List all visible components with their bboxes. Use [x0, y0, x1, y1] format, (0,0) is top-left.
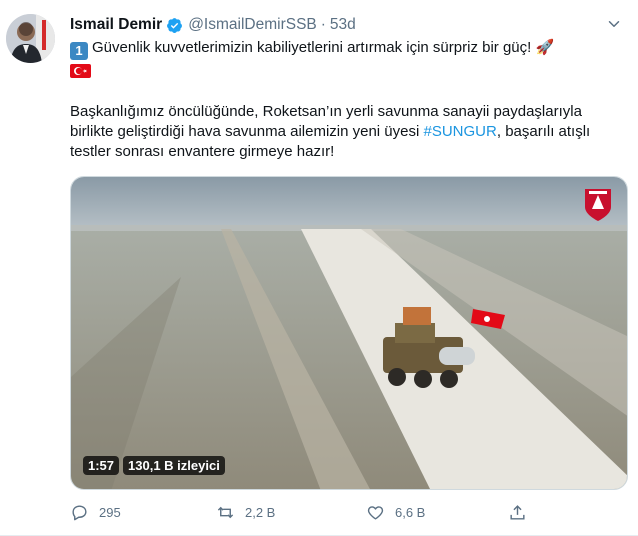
- reply-button[interactable]: 295: [70, 500, 121, 524]
- retweet-count: 2,2 B: [245, 504, 276, 520]
- chevron-down-icon: [608, 21, 620, 27]
- like-button[interactable]: 6,6 B: [366, 500, 425, 524]
- share-icon: [510, 504, 525, 520]
- tweet-line-2: Başkanlığımız öncülüğünde, Roketsan’ın y…: [70, 103, 582, 120]
- reply-count: 295: [99, 504, 121, 520]
- tweet-line-1-text: Güvenlik kuvvetlerimizin kabiliyetlerini…: [92, 39, 555, 56]
- tweet-text: 1 Güvenlik kuvvetlerimizin kabiliyetlerin…: [70, 38, 630, 162]
- video-duration: 1:57: [83, 456, 120, 475]
- video-thumbnail: [71, 177, 627, 489]
- tweet-line-flag: [70, 60, 630, 82]
- timestamp[interactable]: 53d: [330, 16, 356, 34]
- video-views: 130,1 B izleyici: [123, 456, 225, 475]
- tweet-line-4: testler sonrası envantere girmeye hazır!: [70, 143, 335, 160]
- keycap-one-emoji: 1: [70, 42, 88, 60]
- turkish-flag-icon: [70, 64, 91, 78]
- tweet-header: Ismail Demir @IsmailDemirSSB · 53d: [70, 14, 356, 36]
- verified-badge-icon: [167, 17, 183, 33]
- tweet-line-3: birlikte geliştirdiği hava savunma ailem…: [70, 122, 630, 142]
- tweet-line-3-pre: birlikte geliştirdiği hava savunma ailem…: [70, 123, 424, 140]
- share-button[interactable]: [508, 500, 537, 524]
- reply-icon: [72, 504, 87, 520]
- avatar[interactable]: [6, 14, 55, 63]
- tweet-line-3-post: , başarılı atışlı: [496, 123, 591, 140]
- video-player[interactable]: 1:57 130,1 B izleyici: [70, 176, 628, 490]
- hashtag-link[interactable]: #SUNGUR: [424, 123, 497, 140]
- more-options-button[interactable]: [602, 12, 626, 36]
- tweet-actions: 295 2,2 B 6,6 B: [70, 500, 540, 524]
- video-meta: 1:57 130,1 B izleyici: [83, 456, 225, 475]
- tweet[interactable]: Ismail Demir @IsmailDemirSSB · 53d 1 Güve…: [0, 0, 638, 536]
- tweet-line-1: 1 Güvenlik kuvvetlerimizin kabiliyetlerin…: [70, 38, 630, 60]
- retweet-button[interactable]: 2,2 B: [216, 500, 275, 524]
- heart-icon: [367, 505, 384, 520]
- separator-dot: ·: [320, 16, 326, 33]
- ssb-emblem-icon: [585, 189, 611, 221]
- author-handle[interactable]: @IsmailDemirSSB: [188, 16, 317, 34]
- like-count: 6,6 B: [395, 504, 426, 520]
- author-name[interactable]: Ismail Demir: [70, 16, 162, 34]
- retweet-icon: [217, 506, 234, 518]
